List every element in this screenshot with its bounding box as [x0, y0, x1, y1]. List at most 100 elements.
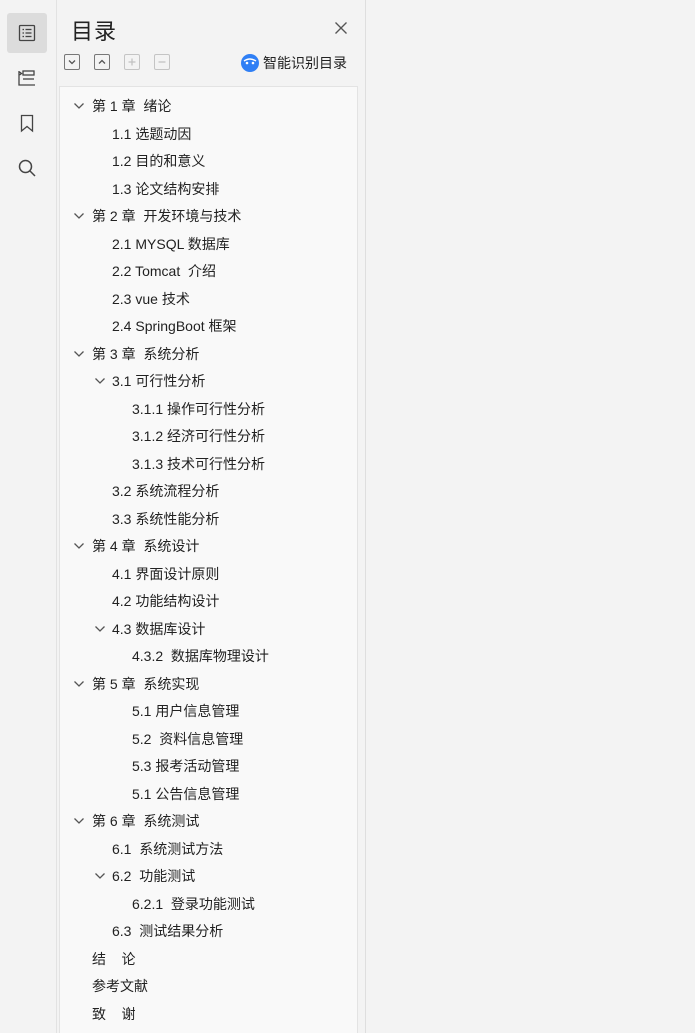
- smart-toc-button[interactable]: 智能识别目录: [241, 52, 347, 74]
- toc-item-label: 5.1 公告信息管理: [132, 785, 240, 802]
- outline-icon: [18, 70, 35, 86]
- toc-item-label: 1.1 选题动因: [112, 125, 192, 142]
- toc-item-label: 1.2 目的和意义: [112, 153, 206, 169]
- toc-item[interactable]: 6.3 测试结果分析: [60, 918, 357, 944]
- toc-item[interactable]: 第 3 章 系统分析: [60, 341, 357, 367]
- toc-item[interactable]: 2.4 SpringBoot 框架: [60, 313, 357, 339]
- toc-item[interactable]: 4.3.2 数据库物理设计: [60, 643, 357, 669]
- chevron-down-icon[interactable]: [72, 209, 86, 223]
- toc-item[interactable]: 5.2 资料信息管理: [60, 726, 357, 752]
- chevron-up-icon: [98, 59, 106, 64]
- toc-item[interactable]: 1.2 目的和意义: [60, 148, 357, 174]
- add-entry-button[interactable]: [124, 54, 140, 70]
- toc-item[interactable]: 第 4 章 系统设计: [60, 533, 357, 559]
- toc-item[interactable]: 5.1 公告信息管理: [60, 781, 357, 807]
- chevron-down-icon[interactable]: [72, 539, 86, 553]
- toc-item[interactable]: 3.1.1 操作可行性分析: [60, 396, 357, 422]
- toc-item[interactable]: 结 论: [60, 946, 357, 972]
- chevron-down-icon[interactable]: [93, 374, 107, 388]
- toc-item-label: 1.3 论文结构安排: [112, 180, 220, 197]
- toc-item-label: 5.3 报考活动管理: [132, 758, 240, 774]
- toc-item[interactable]: 致 谢: [60, 1001, 357, 1027]
- toc-item-label: 参考文献: [92, 978, 148, 994]
- close-icon: [335, 22, 347, 34]
- toc-item-label: 3.3 系统性能分析: [112, 510, 220, 527]
- toc-item-label: 4.3.2 数据库物理设计: [132, 648, 269, 664]
- panel-title: 目录: [71, 19, 118, 44]
- toc-item-label: 致 谢: [92, 1005, 136, 1022]
- toc-item[interactable]: 2.3 vue 技术: [60, 286, 357, 312]
- smart-toc-label: 智能识别目录: [263, 55, 347, 71]
- toc-item[interactable]: 1.3 论文结构安排: [60, 176, 357, 202]
- toc-item[interactable]: 5.1 用户信息管理: [60, 698, 357, 724]
- toc-item-label: 第 2 章 开发环境与技术: [92, 208, 242, 224]
- toc-item-label: 2.2 Tomcat 介绍: [112, 263, 217, 279]
- chevron-down-icon[interactable]: [72, 347, 86, 361]
- search-tab[interactable]: [7, 148, 47, 188]
- expand-all-button[interactable]: [64, 54, 80, 70]
- toc-item[interactable]: 6.1 系统测试方法: [60, 836, 357, 862]
- sidebar-rail: [0, 0, 57, 1033]
- toc-item-label: 4.3 数据库设计: [112, 620, 206, 637]
- toc-item[interactable]: 3.1.2 经济可行性分析: [60, 423, 357, 449]
- bookmark-tab[interactable]: [7, 103, 47, 143]
- toc-item-label: 5.2 资料信息管理: [132, 730, 244, 747]
- toc-item-label: 6.1 系统测试方法: [112, 840, 224, 857]
- smart-toc-icon: [241, 54, 259, 72]
- toc-item-label: 2.4 SpringBoot 框架: [112, 318, 237, 334]
- chevron-down-icon: [68, 60, 76, 65]
- toc-item-label: 4.2 功能结构设计: [112, 593, 220, 609]
- minus-icon: [158, 61, 166, 63]
- document-area: [366, 0, 695, 1033]
- toc-item[interactable]: 第 1 章 绪论: [60, 93, 357, 119]
- chevron-down-icon[interactable]: [72, 99, 86, 113]
- search-icon: [18, 159, 36, 177]
- toc-item-label: 3.1.1 操作可行性分析: [132, 400, 266, 417]
- close-panel-button[interactable]: [331, 18, 351, 38]
- toc-icon: [18, 24, 36, 42]
- chevron-down-icon[interactable]: [72, 677, 86, 691]
- toc-item-label: 结 论: [92, 950, 136, 967]
- toc-item[interactable]: 参考文献: [60, 973, 357, 999]
- toc-item[interactable]: 3.3 系统性能分析: [60, 506, 357, 532]
- toc-item-label: 5.1 用户信息管理: [132, 703, 240, 719]
- toc-item-label: 2.1 MYSQL 数据库: [112, 235, 230, 252]
- toc-item[interactable]: 3.1 可行性分析: [60, 368, 357, 394]
- chevron-down-icon[interactable]: [93, 622, 107, 636]
- toc-item-label: 3.1.3 技术可行性分析: [132, 455, 266, 472]
- toc-item-label: 3.1.2 经济可行性分析: [132, 428, 266, 444]
- toc-item[interactable]: 3.2 系统流程分析: [60, 478, 357, 504]
- outline-tab[interactable]: [7, 58, 47, 98]
- chevron-down-icon[interactable]: [72, 814, 86, 828]
- toc-item-label: 第 3 章 系统分析: [92, 345, 200, 362]
- toc-item[interactable]: 4.2 功能结构设计: [60, 588, 357, 614]
- toc-item[interactable]: 6.2.1 登录功能测试: [60, 891, 357, 917]
- toc-item-label: 6.2 功能测试: [112, 868, 196, 884]
- toc-item-label: 第 1 章 绪论: [92, 98, 172, 114]
- toc-item[interactable]: 1.1 选题动因: [60, 121, 357, 147]
- toc-item[interactable]: 6.2 功能测试: [60, 863, 357, 889]
- toc-item-label: 3.2 系统流程分析: [112, 483, 220, 499]
- toc-item-label: 2.3 vue 技术: [112, 290, 190, 307]
- plus-icon: [128, 58, 136, 66]
- toc-item-label: 第 4 章 系统设计: [92, 538, 200, 554]
- chevron-down-icon[interactable]: [93, 869, 107, 883]
- toc-item[interactable]: 2.2 Tomcat 介绍: [60, 258, 357, 284]
- collapse-all-button[interactable]: [94, 54, 110, 70]
- toc-item[interactable]: 第 6 章 系统测试: [60, 808, 357, 834]
- toc-item[interactable]: 第 2 章 开发环境与技术: [60, 203, 357, 229]
- toc-item[interactable]: 3.1.3 技术可行性分析: [60, 451, 357, 477]
- remove-entry-button[interactable]: [154, 54, 170, 70]
- toc-item-label: 3.1 可行性分析: [112, 373, 206, 389]
- toc-tree: 第 1 章 绪论 1.1 选题动因 1.2 目的和意义 1.3 论文结构安排第 2 章…: [59, 86, 358, 1033]
- toc-item-label: 6.2.1 登录功能测试: [132, 895, 255, 912]
- toc-item-label: 4.1 界面设计原则: [112, 565, 220, 582]
- toc-item[interactable]: 4.3 数据库设计: [60, 616, 357, 642]
- toc-panel: 目录 智能识别目录 第 1 章 绪论 1.1 选题动因 1.2 目的和意义 1.3 论…: [57, 0, 366, 1033]
- toc-tab[interactable]: [7, 13, 47, 53]
- toc-item[interactable]: 4.1 界面设计原则: [60, 561, 357, 587]
- toc-item[interactable]: 第 5 章 系统实现: [60, 671, 357, 697]
- toc-item[interactable]: 5.3 报考活动管理: [60, 753, 357, 779]
- toc-item-label: 6.3 测试结果分析: [112, 923, 224, 939]
- toc-item[interactable]: 2.1 MYSQL 数据库: [60, 231, 357, 257]
